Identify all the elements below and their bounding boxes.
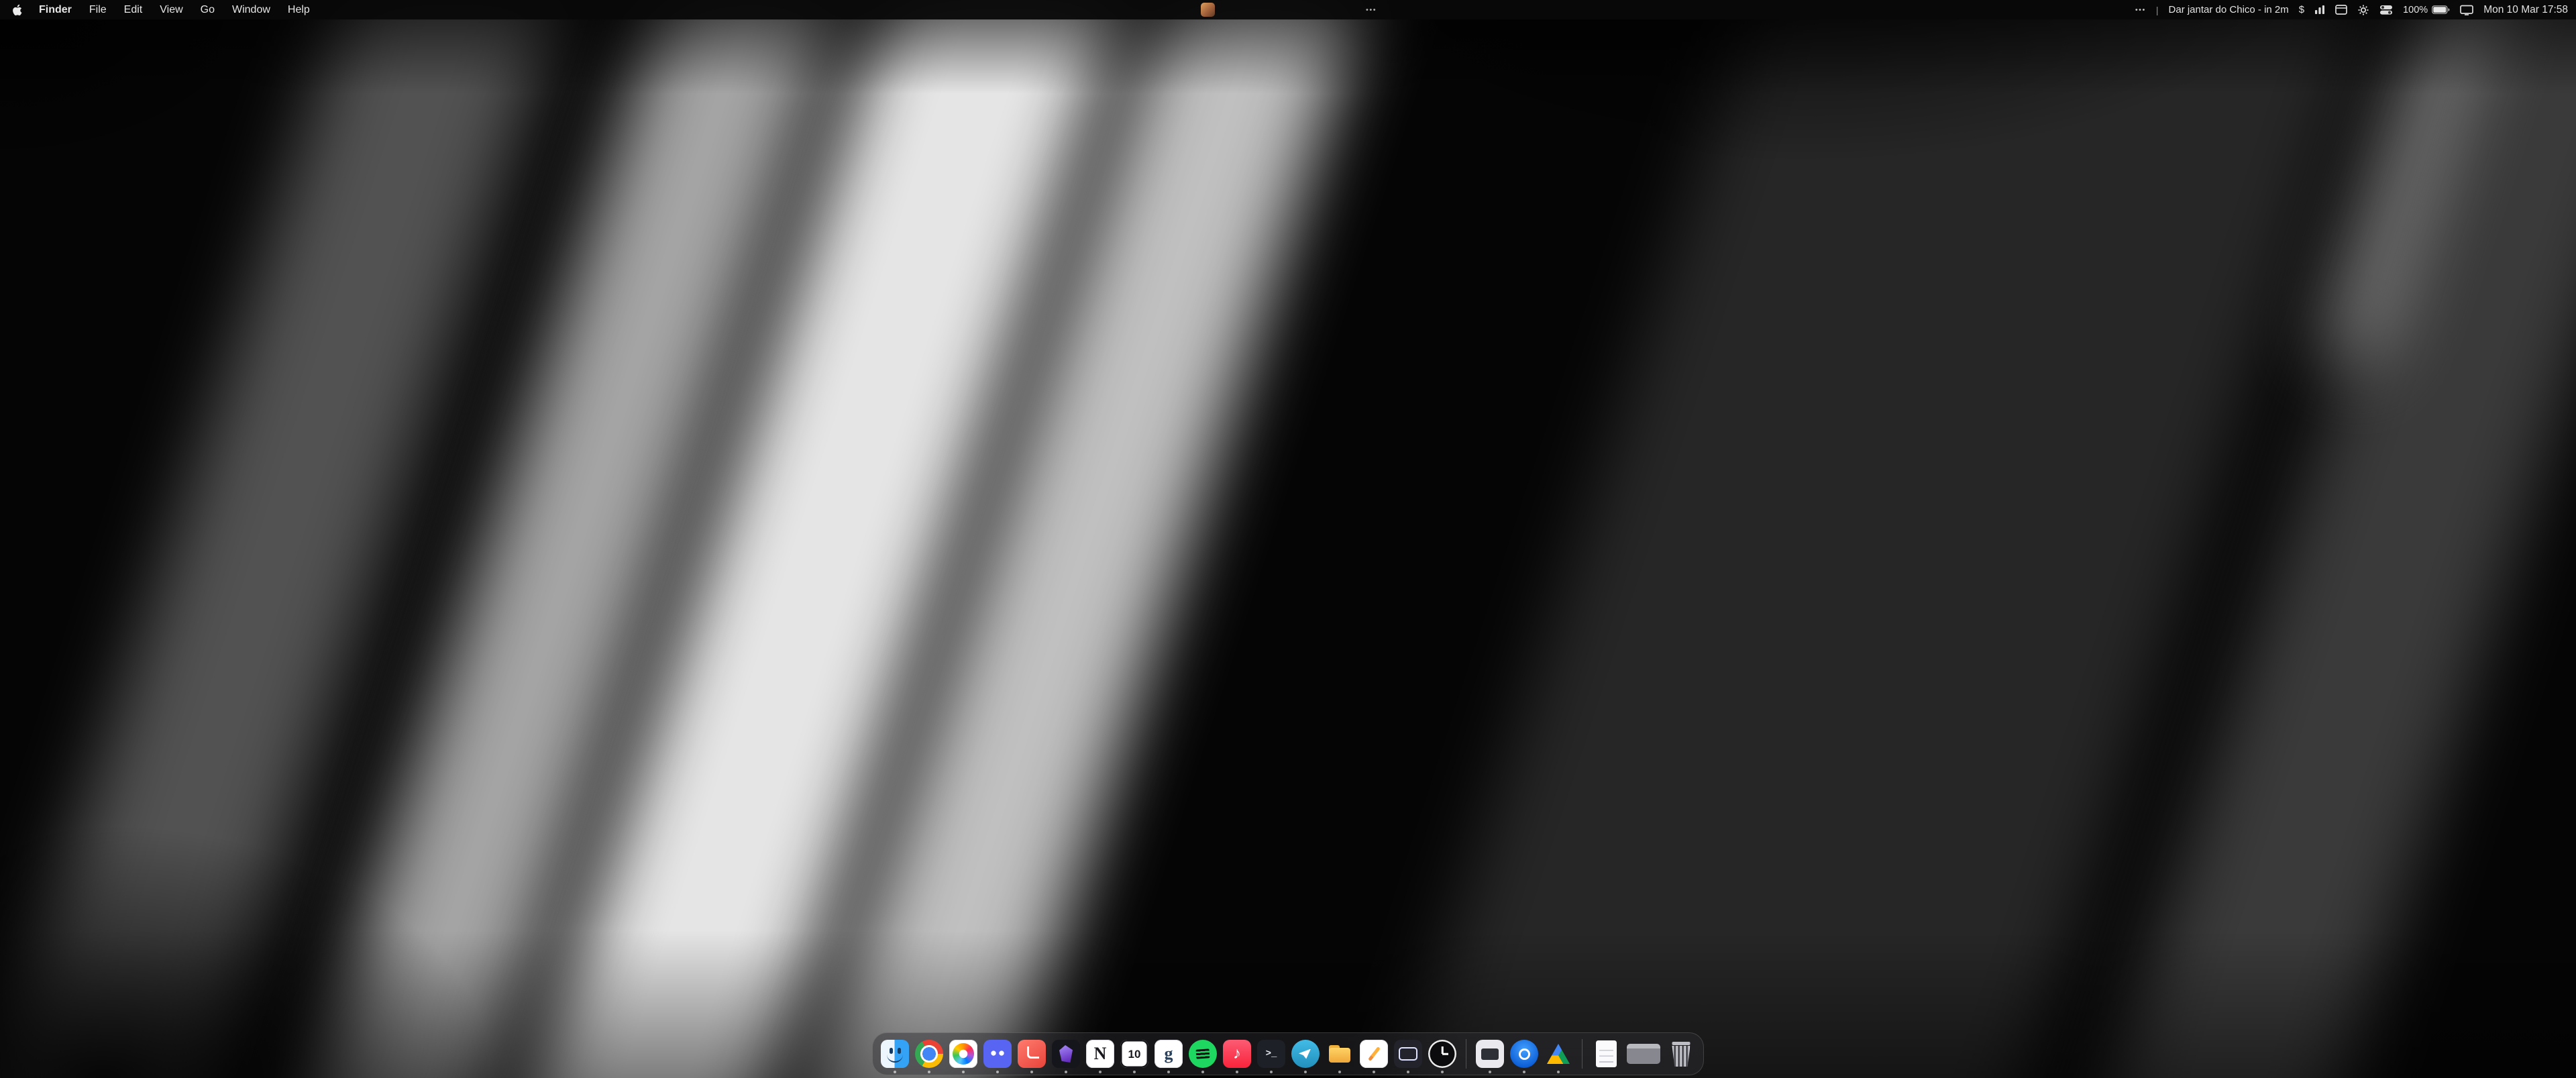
menu-go[interactable]: Go [192,4,223,16]
running-indicator [1304,1071,1307,1073]
telegram-dock-icon[interactable] [1291,1040,1320,1068]
stats-icon[interactable] [2314,5,2325,15]
running-indicator [1441,1071,1444,1073]
control-center-icon[interactable] [2379,5,2393,15]
chrome-dock-icon[interactable] [915,1040,943,1068]
dock-utilities [1476,1033,1572,1075]
running-indicator [1407,1071,1409,1073]
document-icon [1596,1040,1617,1067]
menu-bar: Finder File Edit View Go Window Help •••… [0,0,2576,19]
dollar-icon[interactable]: $ [2299,4,2304,15]
running-indicator [1557,1071,1560,1073]
running-indicator [1167,1071,1170,1073]
running-indicator [1373,1071,1375,1073]
1password-icon [1510,1040,1538,1068]
running-indicator [1030,1071,1033,1073]
running-indicator [928,1071,930,1073]
trash-dock-icon[interactable] [1667,1040,1695,1068]
menu-help[interactable]: Help [279,4,319,16]
screenshot-tool-icon [1476,1040,1504,1068]
dock-files [1592,1033,1695,1075]
apple-icon [12,4,22,16]
spotify-icon [1189,1040,1217,1068]
music-icon: ♪ [1223,1040,1251,1068]
trash-icon [1667,1040,1695,1068]
running-indicator [1065,1071,1067,1073]
menu-bar-left: Finder File Edit View Go Window Help [8,4,319,16]
running-indicator [1236,1071,1238,1073]
apple-menu[interactable] [8,4,30,16]
google-drive-icon [1544,1040,1572,1068]
desktop-wallpaper[interactable] [0,0,2576,1078]
terminal-icon: >_ [1257,1040,1285,1068]
music-dock-icon[interactable]: ♪ [1223,1040,1251,1068]
menubar-overflow-icon[interactable]: ••• [2135,6,2146,14]
1password-dock-icon[interactable] [1510,1040,1538,1068]
menubar-avatar-icon[interactable] [1201,3,1215,17]
freeform-icon [1360,1040,1388,1068]
calendar-event-menu-item[interactable]: Dar jantar do Chico - in 2m [2169,4,2289,15]
window-icon[interactable] [2335,5,2347,15]
notion-calendar-dock-icon[interactable]: 10 [1120,1040,1148,1068]
chrome-icon [915,1040,943,1068]
running-indicator [1338,1071,1341,1073]
screen-studio-dock-icon[interactable] [1394,1040,1422,1068]
menu-bar-status-area: ••• | Dar jantar do Chico - in 2m $ 100%… [2135,0,2568,19]
running-indicator [1133,1071,1136,1073]
notion-icon: N [1086,1040,1114,1068]
finder-dock-icon[interactable] [881,1040,909,1068]
minimized-window-dock-icon[interactable] [1626,1040,1661,1068]
menu-view[interactable]: View [151,4,191,16]
menubar-separator: | [2156,5,2159,15]
display-icon[interactable] [2460,5,2473,15]
clock-icon [1428,1040,1456,1068]
dock: N10g ♪>_ [872,1032,1704,1075]
battery-percent: 100% [2403,5,2428,15]
battery-icon [2432,5,2450,14]
goodnotes-icon: g [1155,1040,1183,1068]
finder-icon [881,1040,909,1068]
wallpaper-shading [0,0,2576,1078]
spotify-dock-icon[interactable] [1189,1040,1217,1068]
minimized-window-icon [1627,1044,1660,1064]
obsidian-icon [1052,1040,1080,1068]
notion-dock-icon[interactable]: N [1086,1040,1114,1068]
photos-dock-icon[interactable] [949,1040,977,1068]
google-drive-dock-icon[interactable] [1544,1040,1572,1068]
obsidian-dock-icon[interactable] [1052,1040,1080,1068]
raycast-dock-icon[interactable] [1018,1040,1046,1068]
running-indicator [1099,1071,1102,1073]
telegram-icon [1291,1040,1320,1068]
notion-calendar-icon: 10 [1120,1040,1148,1068]
goodnotes-dock-icon[interactable]: g [1155,1040,1183,1068]
photos-icon [949,1040,977,1068]
folder-icon [1326,1040,1354,1068]
screenshot-tool-dock-icon[interactable] [1476,1040,1504,1068]
menu-edit[interactable]: Edit [115,4,152,16]
running-indicator [894,1071,896,1073]
menubar-center-overflow-icon[interactable]: ••• [1366,0,1377,19]
running-indicator [1523,1071,1525,1073]
raycast-icon [1018,1040,1046,1068]
running-indicator [1270,1071,1273,1073]
running-indicator [1201,1071,1204,1073]
folder-dock-icon[interactable] [1326,1040,1354,1068]
app-menu-finder[interactable]: Finder [30,4,80,16]
running-indicator [1489,1071,1491,1073]
dock-apps: N10g ♪>_ [881,1033,1456,1075]
document-dock-icon[interactable] [1592,1040,1620,1068]
menu-window[interactable]: Window [223,4,279,16]
menubar-clock[interactable]: Mon 10 Mar 17:58 [2483,4,2568,16]
discord-dock-icon[interactable] [983,1040,1012,1068]
running-indicator [996,1071,999,1073]
battery-status[interactable]: 100% [2403,5,2450,15]
screen-studio-icon [1394,1040,1422,1068]
freeform-dock-icon[interactable] [1360,1040,1388,1068]
menu-file[interactable]: File [80,4,115,16]
clock-dock-icon[interactable] [1428,1040,1456,1068]
terminal-dock-icon[interactable]: >_ [1257,1040,1285,1068]
discord-icon [983,1040,1012,1068]
running-indicator [962,1071,965,1073]
gear-icon[interactable] [2357,4,2369,16]
